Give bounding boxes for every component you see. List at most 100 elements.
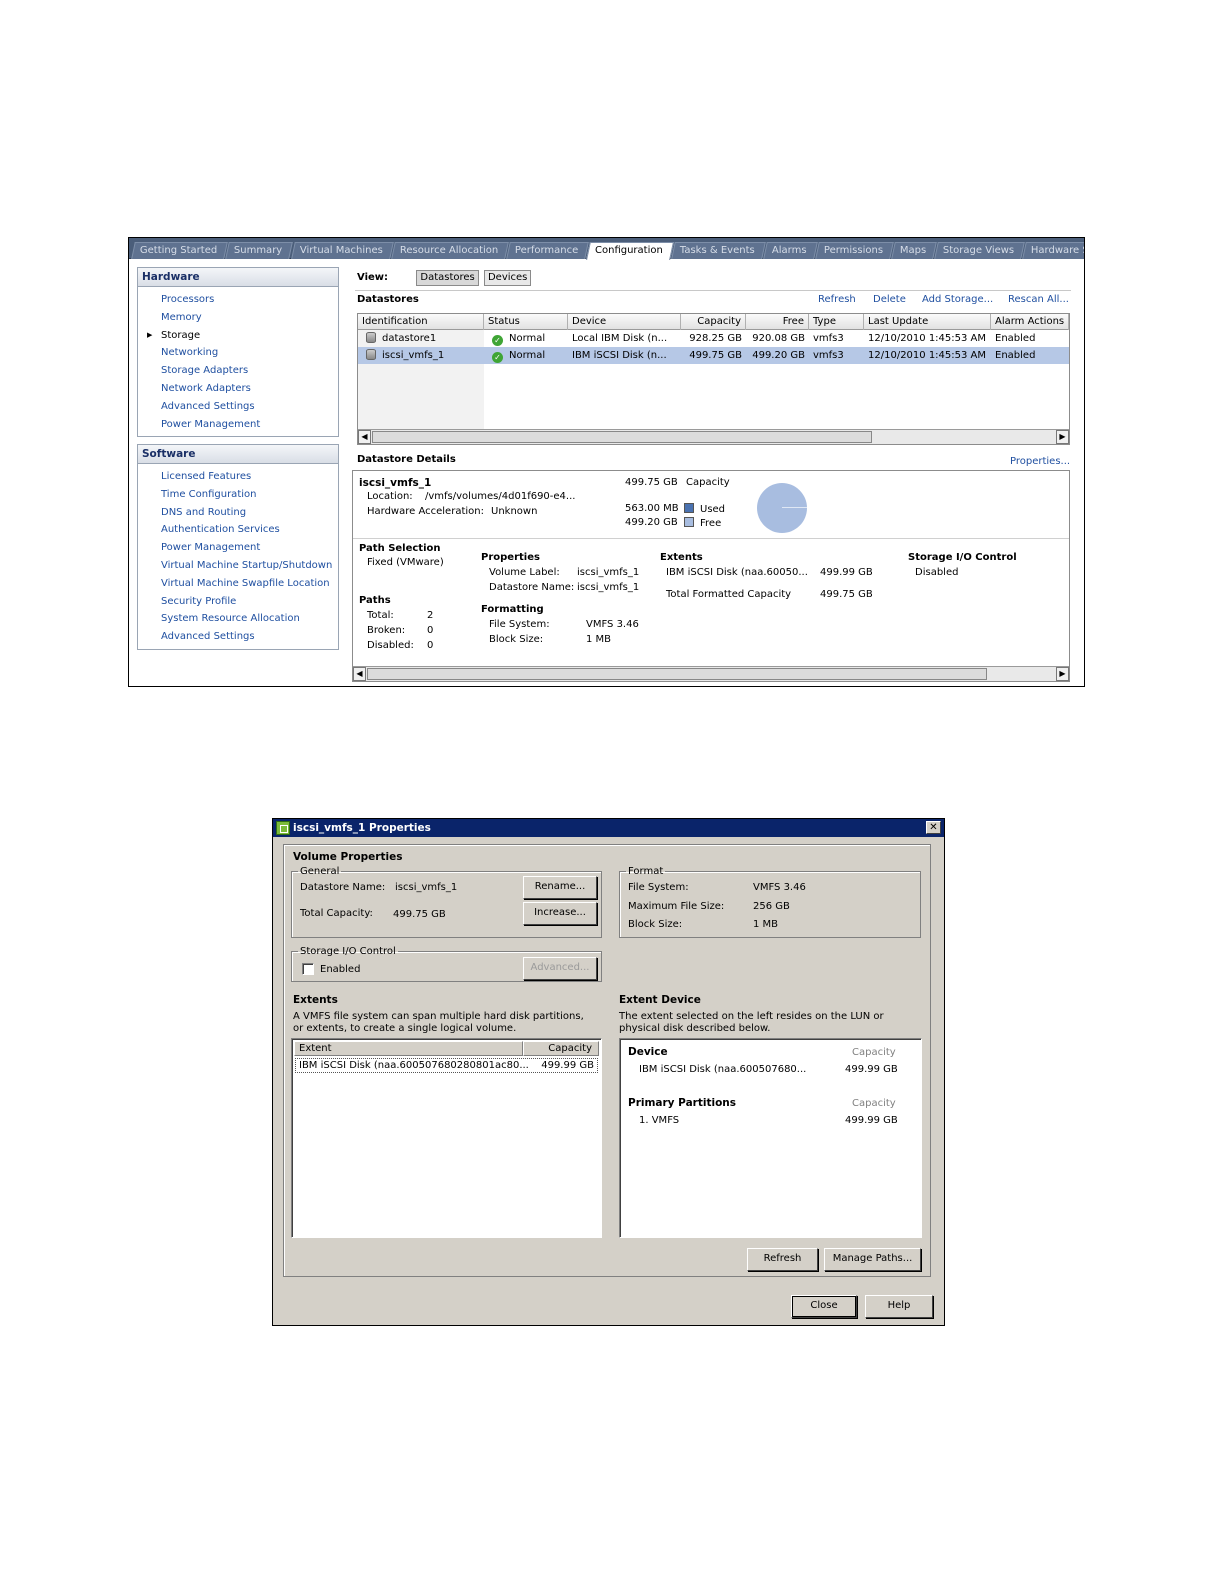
- column-header-last-update[interactable]: Last Update: [864, 314, 991, 330]
- advanced-button[interactable]: Advanced...: [523, 957, 597, 980]
- extent-column-header[interactable]: Extent: [294, 1041, 523, 1056]
- tab-hardware-status[interactable]: Hardware Status: [1022, 242, 1084, 259]
- column-header-status[interactable]: Status: [484, 314, 568, 330]
- extent-device-panel: Device Capacity IBM iSCSI Disk (naa.6005…: [619, 1038, 922, 1238]
- tab-resource-allocation[interactable]: Resource Allocation: [390, 242, 509, 259]
- details-scroll-thumb[interactable]: [367, 668, 987, 680]
- nav-item-processors[interactable]: Processors: [138, 291, 338, 309]
- increase-button[interactable]: Increase...: [523, 902, 597, 925]
- close-button[interactable]: Close: [791, 1295, 857, 1318]
- rescan-all-link[interactable]: Rescan All...: [1008, 294, 1069, 305]
- rename-button[interactable]: Rename...: [523, 876, 597, 899]
- datastore-details-panel: iscsi_vmfs_1 Location: /vmfs/volumes/4d0…: [352, 470, 1070, 682]
- hw-accel-value: Unknown: [491, 506, 538, 517]
- properties-dialog: iscsi_vmfs_1 Properties ✕ Volume Propert…: [272, 818, 945, 1326]
- properties-link[interactable]: Properties...: [1010, 456, 1070, 467]
- column-header-type[interactable]: Type: [809, 314, 864, 330]
- hardware-panel: Hardware Processors Memory ▶ Storage Network…: [137, 267, 339, 437]
- free-legend: Free: [684, 517, 721, 529]
- device-header: Device: [628, 1046, 668, 1058]
- tab-maps[interactable]: Maps: [890, 242, 937, 259]
- sioc-enabled-checkbox[interactable]: [302, 963, 314, 975]
- nav-item-licensed-features[interactable]: Licensed Features: [138, 468, 338, 486]
- column-header-free[interactable]: Free: [746, 314, 809, 330]
- nav-item-dns-and-routing[interactable]: DNS and Routing: [138, 504, 338, 522]
- scroll-right-icon[interactable]: ▶: [1056, 430, 1069, 444]
- properties-title: Properties: [481, 552, 540, 563]
- scroll-thumb[interactable]: [372, 431, 872, 443]
- tab-label: Permissions: [823, 245, 883, 256]
- nav-item-power-management[interactable]: Power Management: [138, 539, 338, 557]
- nav-item-storage-adapters[interactable]: Storage Adapters: [138, 362, 338, 380]
- nav-item-label: Virtual Machine Swapfile Location: [161, 577, 330, 589]
- nav-item-networking[interactable]: Networking: [138, 344, 338, 362]
- column-header-identification[interactable]: Identification: [358, 314, 484, 330]
- nav-item-time-configuration[interactable]: Time Configuration: [138, 486, 338, 504]
- tab-summary[interactable]: Summary: [225, 242, 294, 259]
- extent-row[interactable]: IBM iSCSI Disk (naa.600507680280801ac80.…: [295, 1058, 598, 1073]
- free-label: Free: [700, 518, 722, 529]
- nav-item-authentication-services[interactable]: Authentication Services: [138, 521, 338, 539]
- paths-broken-value: 0: [427, 625, 434, 636]
- column-header-alarm-actions[interactable]: Alarm Actions: [991, 314, 1069, 330]
- refresh-button[interactable]: Refresh: [747, 1248, 818, 1271]
- sioc-title: Storage I/O Control: [908, 552, 1017, 563]
- view-datastores-button[interactable]: Datastores: [416, 270, 479, 286]
- nav-item-label: Power Management: [161, 542, 261, 554]
- block-size-label: Block Size:: [489, 634, 544, 645]
- delete-link[interactable]: Delete: [873, 294, 906, 305]
- help-button[interactable]: Help: [865, 1295, 933, 1318]
- cell-type: vmfs3: [809, 347, 864, 364]
- close-icon[interactable]: ✕: [926, 821, 941, 834]
- details-scroll-right-icon[interactable]: ▶: [1056, 667, 1069, 681]
- cell-status: ✓ Normal: [484, 330, 568, 347]
- partition-capacity: 499.99 GB: [845, 1115, 898, 1126]
- nav-item-network-adapters[interactable]: Network Adapters: [138, 380, 338, 398]
- scroll-left-icon[interactable]: ◀: [358, 430, 371, 444]
- column-header-device[interactable]: Device: [568, 314, 681, 330]
- tab-getting-started[interactable]: Getting Started: [131, 242, 229, 259]
- nav-item-power-management[interactable]: Power Management: [138, 416, 338, 434]
- format-file-system-value: VMFS 3.46: [753, 882, 806, 893]
- refresh-link[interactable]: Refresh: [818, 294, 856, 305]
- view-devices-button[interactable]: Devices: [483, 270, 532, 286]
- manage-paths-button[interactable]: Manage Paths...: [824, 1248, 921, 1271]
- datastores-table-header: Identification Status Device Capacity Free Ty…: [358, 314, 1069, 330]
- nav-item-virtual-machine-swapfile-location[interactable]: Virtual Machine Swapfile Location: [138, 575, 338, 593]
- nav-item-security-profile[interactable]: Security Profile: [138, 593, 338, 611]
- datastores-horizontal-scrollbar[interactable]: ◀ ▶: [358, 429, 1069, 444]
- nav-item-label: Storage: [161, 329, 201, 341]
- tab-configuration[interactable]: Configuration: [586, 242, 675, 260]
- tab-label: Maps: [899, 245, 926, 256]
- nav-item-storage[interactable]: ▶ Storage: [138, 327, 338, 345]
- tab-performance[interactable]: Performance: [506, 242, 590, 259]
- tab-label: Resource Allocation: [399, 245, 498, 256]
- tab-virtual-machines[interactable]: Virtual Machines: [290, 242, 394, 259]
- capacity-column-header[interactable]: Capacity: [523, 1041, 599, 1056]
- used-legend: Used: [684, 503, 725, 515]
- partition-name: 1. VMFS: [639, 1115, 680, 1126]
- tab-storage-views[interactable]: Storage Views: [934, 242, 1026, 259]
- datastore-name-value: iscsi_vmfs_1: [577, 582, 640, 593]
- details-scroll-left-icon[interactable]: ◀: [353, 667, 366, 681]
- cell-text: iscsi_vmfs_1: [382, 350, 445, 361]
- table-row[interactable]: iscsi_vmfs_1 ✓ Normal IBM iSCSI Disk (n... 4…: [358, 347, 1069, 364]
- nav-item-advanced-settings[interactable]: Advanced Settings: [138, 398, 338, 416]
- tab-permissions[interactable]: Permissions: [814, 242, 894, 259]
- add-storage-link[interactable]: Add Storage...: [922, 294, 993, 305]
- volume-label-label: Volume Label:: [489, 567, 560, 578]
- cell-text: IBM iSCSI Disk (n...: [572, 350, 667, 361]
- tab-tasks-events[interactable]: Tasks & Events: [671, 242, 766, 259]
- extent-capacity: 499.99 GB: [820, 567, 873, 578]
- column-header-capacity[interactable]: Capacity: [681, 314, 746, 330]
- view-label: View:: [357, 272, 389, 283]
- details-horizontal-scrollbar[interactable]: ◀ ▶: [353, 666, 1069, 681]
- nav-item-advanced-settings[interactable]: Advanced Settings: [138, 628, 338, 646]
- tab-alarms[interactable]: Alarms: [763, 242, 818, 259]
- nav-item-system-resource-allocation[interactable]: System Resource Allocation: [138, 610, 338, 628]
- nav-item-memory[interactable]: Memory: [138, 309, 338, 327]
- volume-properties-title: Volume Properties: [293, 851, 403, 863]
- nav-item-virtual-machine-startup-shutdown[interactable]: Virtual Machine Startup/Shutdown: [138, 557, 338, 575]
- nav-item-label: Networking: [161, 347, 219, 359]
- table-row[interactable]: datastore1 ✓ Normal Local IBM Disk (n... 928…: [358, 330, 1069, 347]
